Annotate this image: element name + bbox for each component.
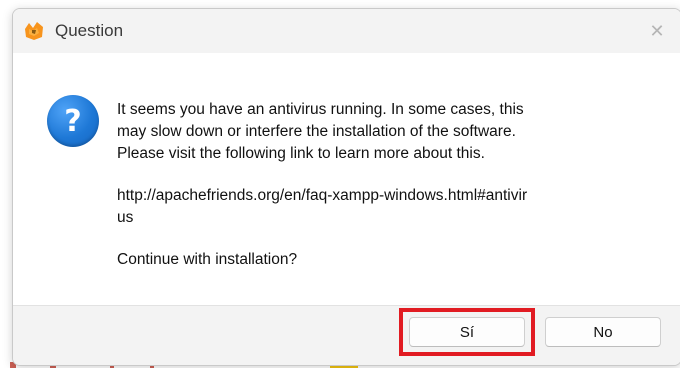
window-title: Question <box>55 21 124 40</box>
yes-button[interactable]: Sí <box>409 317 525 347</box>
button-bar: Sí No <box>13 305 680 365</box>
continue-prompt: Continue with installation? <box>117 251 298 268</box>
dialog-content: ? It seems you have an antivirus running… <box>13 53 680 305</box>
title-bar[interactable]: Question ✕ <box>13 9 680 53</box>
message-line: It seems you have an antivirus running. … <box>117 101 524 118</box>
message-line: may slow down or interfere the installat… <box>117 123 516 140</box>
info-link-continued: us <box>117 209 134 226</box>
xampp-icon <box>23 21 45 41</box>
message-text: It seems you have an antivirus running. … <box>117 99 657 271</box>
close-icon[interactable]: ✕ <box>643 19 671 43</box>
question-dialog: Question ✕ ? It seems you have an antivi… <box>12 8 680 366</box>
message-line: Please visit the following link to learn… <box>117 145 485 162</box>
info-link: http://apachefriends.org/en/faq-xampp-wi… <box>117 187 528 204</box>
no-button[interactable]: No <box>545 317 661 347</box>
question-icon: ? <box>47 95 99 147</box>
